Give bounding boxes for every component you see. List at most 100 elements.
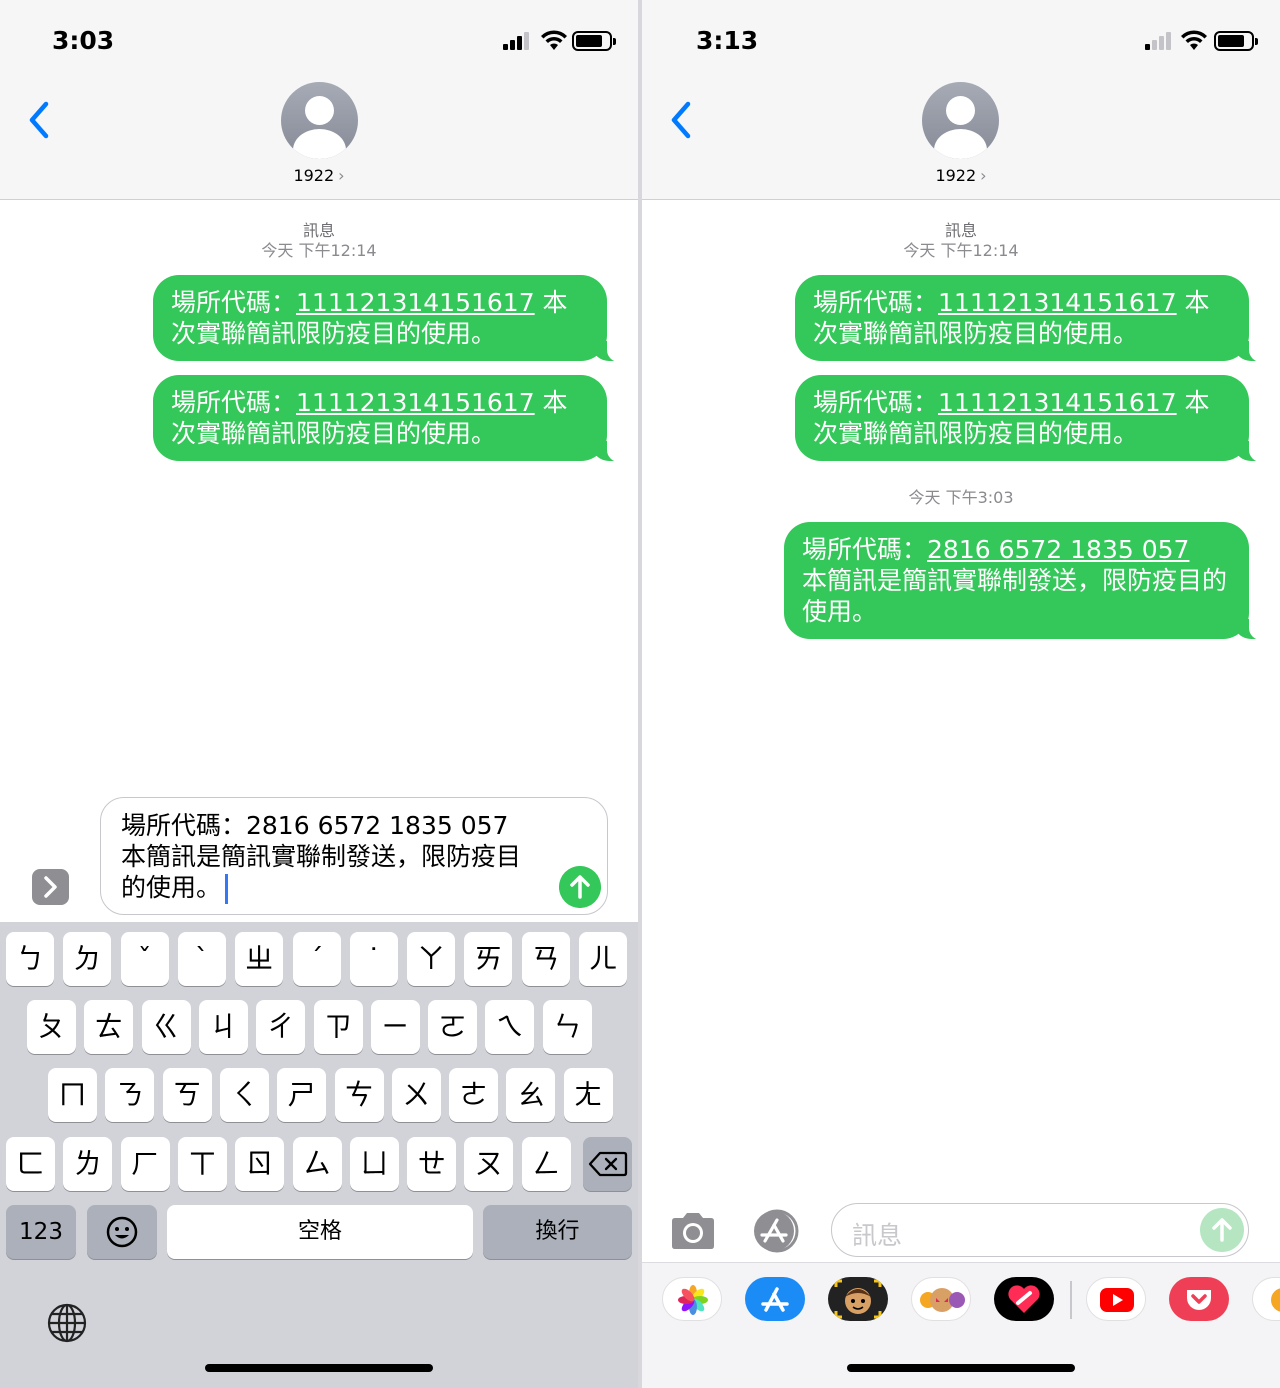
drawer-separator — [1070, 1281, 1072, 1319]
contact-name[interactable]: 1922 › — [0, 166, 638, 185]
zhuyin-key[interactable]: ㄇ — [48, 1068, 97, 1122]
status-time: 3:13 — [696, 26, 759, 55]
battery-icon — [572, 31, 616, 51]
message-bubble[interactable]: 場所代碼：111121314151617 本次實聯簡訊限防疫目的使用。 — [153, 375, 621, 462]
compose-bar: 訊息 — [642, 1196, 1280, 1266]
contact-name[interactable]: 1922 › — [642, 166, 1280, 185]
send-button[interactable] — [559, 866, 601, 908]
back-chevron-icon[interactable] — [24, 98, 54, 142]
zhuyin-key[interactable]: ㄝ — [407, 1137, 457, 1191]
zhuyin-key[interactable]: ㄨ — [391, 1068, 441, 1122]
zhuyin-key[interactable]: ˇ — [120, 932, 169, 986]
message-meta: 訊息 今天 下午12:14 — [642, 221, 1280, 261]
message-compose-field[interactable]: 訊息 — [831, 1203, 1249, 1257]
zhuyin-key[interactable]: ㄠ — [506, 1068, 556, 1122]
zhuyin-key[interactable]: ㄛ — [428, 1000, 478, 1054]
zhuyin-key[interactable]: ㄥ — [521, 1137, 571, 1191]
cellular-signal-icon — [503, 32, 531, 50]
zhuyin-key[interactable]: ㄐ — [198, 1000, 248, 1054]
youtube-icon[interactable] — [1086, 1277, 1146, 1321]
animoji-stickers-icon[interactable] — [911, 1277, 971, 1321]
delete-key[interactable] — [583, 1137, 632, 1191]
zhuyin-key[interactable]: ㄚ — [407, 932, 456, 986]
chevron-right-icon: › — [338, 166, 345, 185]
message-bubble[interactable]: 場所代碼：2816 6572 1835 057 本簡訊是簡訊實聯制發送，限防疫目的… — [784, 522, 1263, 640]
globe-icon[interactable] — [46, 1302, 88, 1344]
zhuyin-key[interactable]: ㄖ — [235, 1137, 285, 1191]
message-meta: 訊息 今天 下午12:14 — [0, 221, 638, 261]
memoji-icon[interactable] — [828, 1277, 888, 1321]
contact-avatar[interactable] — [922, 82, 999, 159]
app-store-icon[interactable] — [745, 1277, 805, 1321]
zhuyin-key[interactable]: ㄓ — [235, 932, 284, 986]
zhuyin-key[interactable]: ㄋ — [105, 1068, 155, 1122]
zhuyin-keyboard: ㄅㄉ ˇ ˋ ㄓ ˊ ˙ ㄚㄞㄢㄦㄆㄊㄍㄐㄔㄗㄧㄛㄟㄣㄇㄋㄎㄑㄕㄘㄨㄜㄠㄤㄈㄌㄏㄒㄖㄙㄩㄝㄡ… — [0, 922, 638, 1388]
zhuyin-key[interactable]: ㄡ — [464, 1137, 514, 1191]
compose-text: 場所代碼：2816 6572 1835 057 本簡訊是簡訊實聯制發送，限防疫目… — [121, 811, 522, 904]
photos-app-icon[interactable] — [662, 1277, 722, 1321]
zhuyin-key[interactable]: ㄔ — [256, 1000, 306, 1054]
zhuyin-key[interactable]: ㄣ — [542, 1000, 592, 1054]
timestamp: 今天 下午3:03 — [908, 488, 1014, 507]
zhuyin-key[interactable]: ㄞ — [464, 932, 513, 986]
send-button[interactable] — [1200, 1208, 1244, 1252]
expand-apps-button[interactable] — [32, 869, 69, 905]
space-key[interactable]: 空格 — [167, 1205, 473, 1259]
compose-placeholder: 訊息 — [852, 1221, 903, 1250]
numbers-key[interactable]: 123 — [6, 1205, 76, 1259]
zhuyin-key[interactable]: ㄊ — [84, 1000, 134, 1054]
zhuyin-key[interactable]: ㄩ — [349, 1137, 399, 1191]
emoji-key[interactable] — [87, 1205, 157, 1259]
zhuyin-key[interactable]: ㄉ — [63, 932, 112, 986]
zhuyin-key[interactable]: ㄒ — [177, 1137, 227, 1191]
zhuyin-key[interactable]: ㄏ — [120, 1137, 170, 1191]
zhuyin-key[interactable]: ㄗ — [313, 1000, 363, 1054]
zhuyin-key[interactable]: ㄢ — [521, 932, 570, 986]
message-compose-field[interactable]: 場所代碼：2816 6572 1835 057 本簡訊是簡訊實聯制發送，限防疫目… — [100, 797, 608, 915]
zhuyin-key[interactable]: ㄜ — [449, 1068, 499, 1122]
place-code-link[interactable]: 111121314151617 — [296, 388, 535, 417]
zhuyin-key[interactable]: ㄆ — [27, 1000, 76, 1054]
conversation-header: 3:13 1922 › — [642, 0, 1280, 200]
service-label: 訊息 — [944, 221, 977, 240]
emoji-icon — [106, 1216, 138, 1248]
zhuyin-key[interactable]: ㄍ — [141, 1000, 191, 1054]
more-app-icon[interactable] — [1252, 1277, 1280, 1321]
zhuyin-key[interactable]: ㄑ — [219, 1068, 269, 1122]
zhuyin-key[interactable]: ˙ — [349, 932, 398, 986]
zhuyin-key[interactable]: ㄙ — [292, 1137, 342, 1191]
message-bubble[interactable]: 場所代碼：111121314151617 本次實聯簡訊限防疫目的使用。 — [795, 375, 1263, 462]
zhuyin-key[interactable]: ㄟ — [485, 1000, 535, 1054]
camera-icon[interactable] — [668, 1212, 718, 1250]
zhuyin-key[interactable]: ㄕ — [277, 1068, 327, 1122]
message-bubble[interactable]: 場所代碼：111121314151617 本次實聯簡訊限防疫目的使用。 — [153, 275, 621, 362]
place-code-link[interactable]: 2816 6572 1835 057 — [927, 535, 1189, 564]
text-caret — [225, 874, 229, 904]
message-meta: 今天 下午3:03 — [642, 488, 1280, 508]
zhuyin-key[interactable]: ㄌ — [63, 1137, 113, 1191]
place-code-link[interactable]: 111121314151617 — [296, 288, 535, 317]
cellular-signal-icon — [1145, 32, 1173, 50]
digital-touch-icon[interactable] — [994, 1277, 1054, 1321]
zhuyin-key[interactable]: ㄦ — [579, 932, 627, 986]
zhuyin-key[interactable]: ˋ — [177, 932, 226, 986]
message-bubble[interactable]: 場所代碼：111121314151617 本次實聯簡訊限防疫目的使用。 — [795, 275, 1263, 362]
app-store-button[interactable] — [750, 1208, 804, 1254]
zhuyin-key[interactable]: ㄎ — [162, 1068, 212, 1122]
timestamp: 今天 下午12:14 — [903, 241, 1019, 260]
contact-avatar[interactable] — [281, 82, 358, 159]
pocket-icon[interactable] — [1169, 1277, 1229, 1321]
zhuyin-key[interactable]: ㄈ — [6, 1137, 55, 1191]
zhuyin-key[interactable]: ㄧ — [370, 1000, 420, 1054]
place-code-link[interactable]: 111121314151617 — [938, 388, 1177, 417]
back-chevron-icon[interactable] — [666, 98, 696, 142]
status-time: 3:03 — [52, 26, 115, 55]
home-indicator — [205, 1364, 433, 1372]
return-key[interactable]: 換行 — [483, 1205, 632, 1259]
zhuyin-key[interactable]: ㄤ — [563, 1068, 613, 1122]
wifi-icon — [541, 30, 567, 50]
zhuyin-key[interactable]: ˊ — [292, 932, 341, 986]
zhuyin-key[interactable]: ㄘ — [334, 1068, 384, 1122]
zhuyin-key[interactable]: ㄅ — [6, 932, 54, 986]
place-code-link[interactable]: 111121314151617 — [938, 288, 1177, 317]
